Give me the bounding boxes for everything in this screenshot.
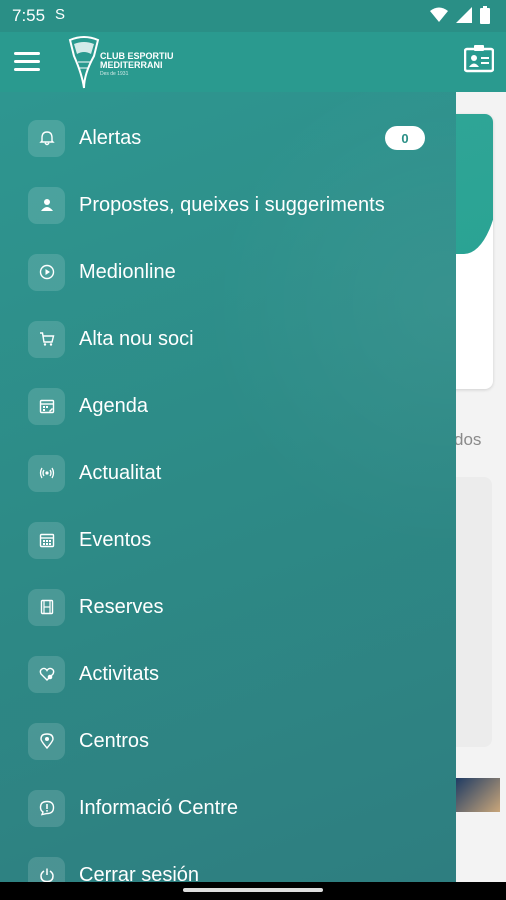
info-chat-icon bbox=[28, 789, 65, 827]
navigation-drawer: Alertas 0 Propostes, queixes i suggerime… bbox=[0, 92, 456, 882]
menu-item-centros[interactable]: Centros bbox=[28, 721, 438, 761]
film-icon bbox=[28, 588, 65, 626]
logo-line3: Des de 1931 bbox=[100, 71, 129, 77]
menu-item-reserves[interactable]: Reserves bbox=[28, 587, 438, 627]
calendar-edit-icon bbox=[28, 387, 65, 425]
battery-icon bbox=[480, 6, 490, 24]
menu-item-label: Eventos bbox=[79, 528, 152, 551]
system-navigation-bar bbox=[0, 882, 506, 900]
background-thumbnail bbox=[456, 778, 500, 812]
menu-item-alertas[interactable]: Alertas 0 bbox=[28, 118, 438, 158]
wifi-icon bbox=[430, 7, 448, 22]
menu-item-alta-nou-soci[interactable]: Alta nou soci bbox=[28, 319, 438, 359]
menu-item-actualitat[interactable]: Actualitat bbox=[28, 453, 438, 493]
menu-item-cerrar-sesion[interactable]: Cerrar sesión bbox=[28, 855, 438, 882]
menu-item-activitats[interactable]: Activitats bbox=[28, 654, 438, 694]
menu-item-medionline[interactable]: Medionline bbox=[28, 252, 438, 292]
menu-item-label: Propostes, queixes i suggeriments bbox=[79, 193, 385, 216]
status-time: 7:55 bbox=[12, 6, 46, 25]
logo-line2: MEDITERRANI bbox=[100, 60, 163, 70]
calendar-icon bbox=[28, 521, 65, 559]
cart-icon bbox=[28, 320, 65, 358]
menu-item-label: Reserves bbox=[79, 595, 164, 618]
menu-item-eventos[interactable]: Eventos bbox=[28, 520, 438, 560]
app-bar: CLUB ESPORTIU MEDITERRANI Des de 1931 bbox=[0, 32, 506, 92]
location-icon bbox=[28, 722, 65, 760]
logo-text: CLUB ESPORTIU MEDITERRANI Des de 1931 bbox=[100, 52, 174, 79]
menu-item-informacio-centre[interactable]: Informació Centre bbox=[28, 788, 438, 828]
person-icon bbox=[28, 186, 65, 224]
home-gesture-handle[interactable] bbox=[183, 888, 323, 892]
menu-icon[interactable] bbox=[14, 52, 40, 72]
menu-item-label: Actualitat bbox=[79, 461, 162, 484]
carrier-icon: S bbox=[55, 6, 66, 23]
signal-icon bbox=[456, 7, 472, 23]
menu-item-label: Alta nou soci bbox=[79, 327, 194, 350]
background-text-fragment: dos bbox=[454, 430, 482, 449]
id-card-icon[interactable] bbox=[464, 44, 494, 74]
status-bar: 7:55 S bbox=[0, 0, 506, 32]
menu-item-label: Centros bbox=[79, 729, 150, 752]
alert-count-badge: 0 bbox=[385, 126, 425, 150]
menu-item-label: Agenda bbox=[79, 394, 148, 417]
broadcast-icon bbox=[28, 454, 65, 492]
bell-icon bbox=[28, 119, 65, 157]
status-icons bbox=[430, 6, 490, 24]
menu-item-agenda[interactable]: Agenda bbox=[28, 386, 438, 426]
heart-icon bbox=[28, 655, 65, 693]
menu-item-label: Informació Centre bbox=[79, 796, 238, 819]
power-icon bbox=[28, 856, 65, 882]
menu-item-label: Activitats bbox=[79, 662, 160, 685]
menu-item-propostes[interactable]: Propostes, queixes i suggeriments bbox=[28, 185, 438, 225]
menu-item-label: Medionline bbox=[79, 260, 176, 283]
menu-item-label: Cerrar sesión bbox=[79, 863, 200, 883]
play-icon bbox=[28, 253, 65, 291]
menu-item-label: Alertas bbox=[79, 126, 142, 149]
